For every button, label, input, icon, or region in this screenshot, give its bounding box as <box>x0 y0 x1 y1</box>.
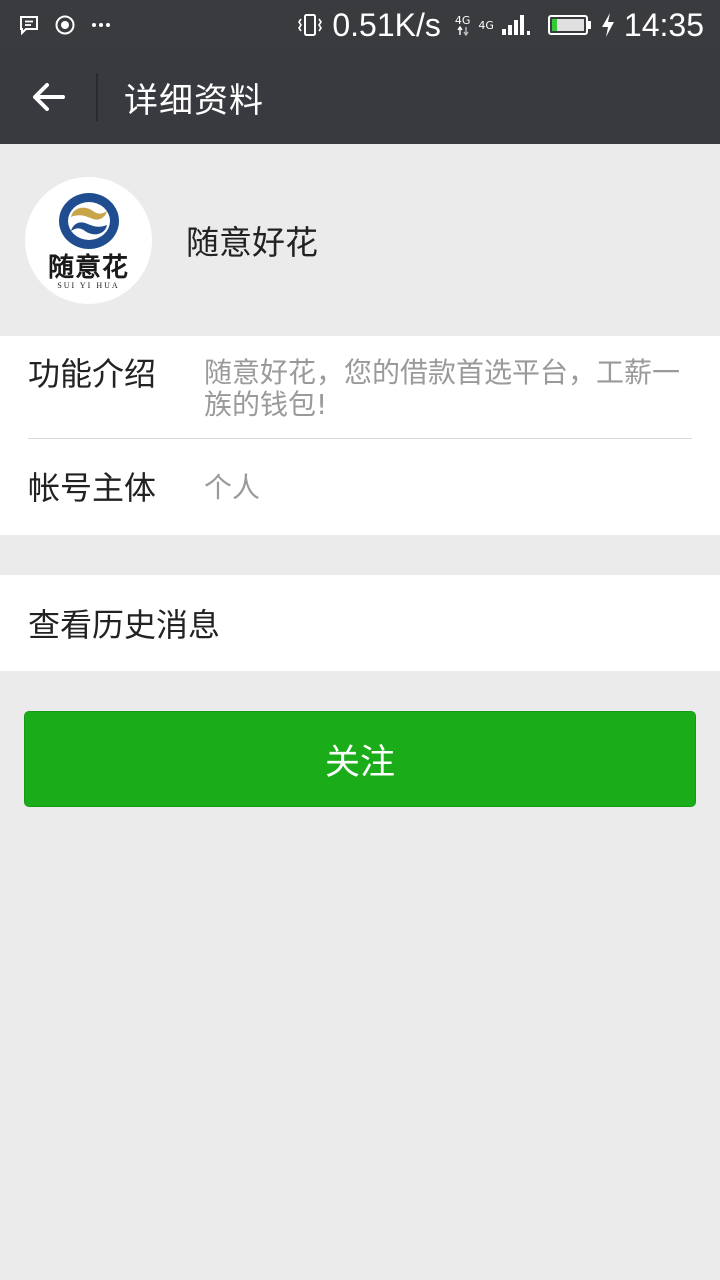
status-bar: 0.51K/s 4G 4G 14:35 <box>0 0 720 50</box>
history-messages-label: 查看历史消息 <box>28 606 221 644</box>
record-icon <box>54 14 76 36</box>
more-icon <box>90 14 112 36</box>
follow-button-label: 关注 <box>324 742 395 783</box>
message-icon <box>18 14 40 36</box>
network-speed: 0.51K/s <box>332 6 441 43</box>
charging-icon <box>600 12 616 38</box>
page-title: 详细资料 <box>124 80 264 121</box>
avatar[interactable]: 随意花 SUI YI HUA <box>25 176 152 304</box>
account-label: 帐号主体 <box>28 469 157 507</box>
info-card: 功能介绍 随意好花，您的借款首选平台，工薪一族的钱包! 帐号主体 个人 <box>0 336 720 535</box>
profile-header: 随意花 SUI YI HUA 随意好花 <box>0 144 720 336</box>
battery-icon <box>547 14 592 36</box>
app-bar-divider <box>96 73 98 121</box>
info-divider <box>28 438 692 439</box>
back-button[interactable] <box>0 50 96 144</box>
avatar-logo-text: 随意花 <box>47 252 129 283</box>
profile-name: 随意好花 <box>186 223 318 262</box>
avatar-logo-subtext: SUI YI HUA <box>57 280 120 290</box>
history-messages-row[interactable]: 查看历史消息 <box>0 575 720 671</box>
account-value: 个人 <box>204 471 261 504</box>
back-arrow-icon <box>30 79 66 115</box>
intro-row: 功能介绍 随意好花，您的借款首选平台，工薪一族的钱包! <box>28 354 692 438</box>
app-bar: 详细资料 <box>0 50 720 144</box>
page: 0.51K/s 4G 4G 14:35 详细资料 随意花 SUI YI HUA … <box>0 0 720 1280</box>
intro-label: 功能介绍 <box>28 355 157 393</box>
intro-value: 随意好花，您的借款首选平台，工薪一族的钱包! <box>204 356 681 421</box>
clock: 14:35 <box>623 6 704 43</box>
vibrate-icon <box>296 12 324 38</box>
account-row[interactable]: 帐号主体 个人 <box>28 458 692 518</box>
follow-button[interactable]: 关注 <box>24 711 696 807</box>
logo-icon <box>55 191 123 253</box>
signal-icon <box>501 13 532 37</box>
network-type-1: 4G <box>455 15 470 36</box>
network-type-2: 4G <box>478 18 494 32</box>
